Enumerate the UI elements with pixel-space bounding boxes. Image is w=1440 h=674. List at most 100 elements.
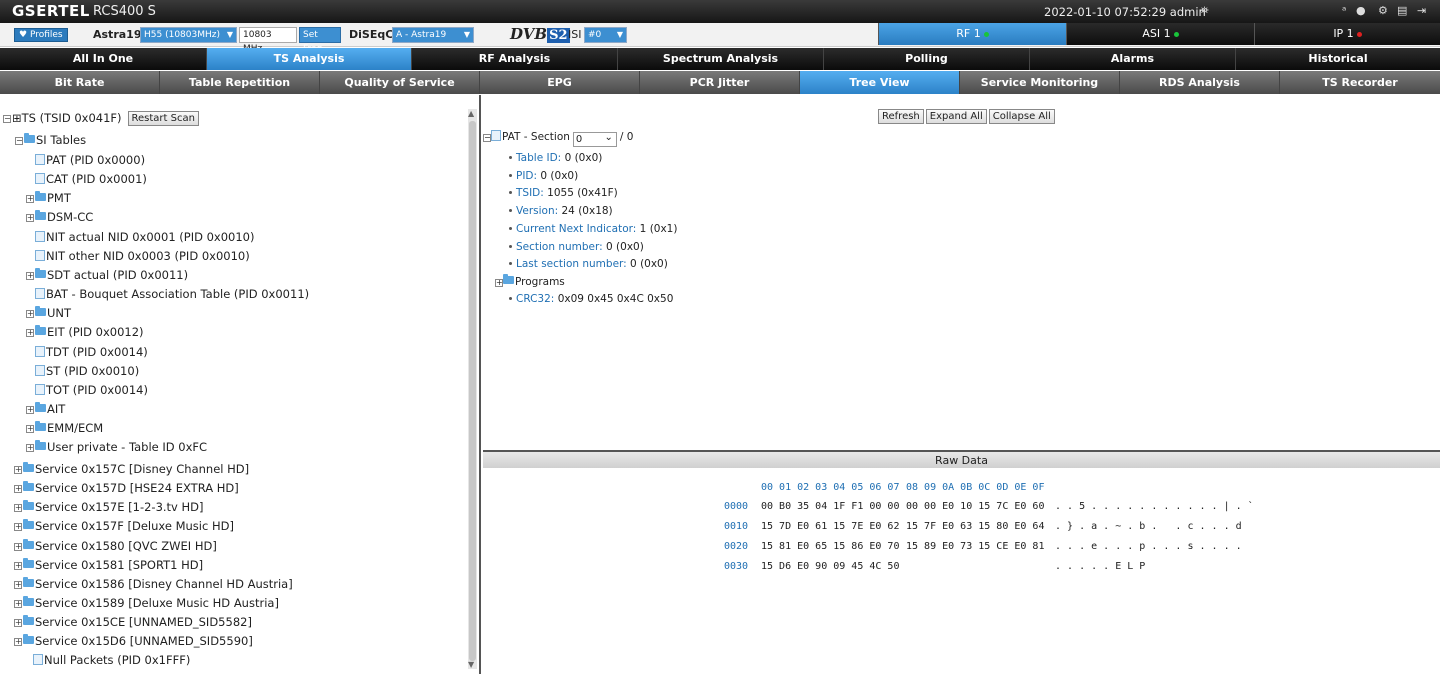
collapse-all-button[interactable]: Collapse All xyxy=(988,109,1055,124)
bullet-icon xyxy=(509,244,512,248)
tree-node[interactable]: − SI Tables xyxy=(15,132,86,148)
tree-node[interactable]: + Service 0x157E [1-2-3.tv HD] xyxy=(14,499,204,515)
frequency-input[interactable]: 10803 MHz xyxy=(239,27,297,54)
tree-node[interactable]: + PMT xyxy=(26,190,71,206)
tree-node[interactable]: BAT - Bouquet Association Table (PID 0x0… xyxy=(26,286,309,302)
tree-node[interactable]: ST (PID 0x0010) xyxy=(26,363,139,379)
tree-node[interactable]: + SDT actual (PID 0x0011) xyxy=(26,267,188,283)
tab-all-in-one[interactable]: All In One xyxy=(0,48,207,70)
transponder-select[interactable]: H55 (10803MHz) ▼ xyxy=(140,27,237,43)
expand-icon[interactable]: + xyxy=(26,195,34,203)
print-icon[interactable]: ▤ xyxy=(1397,4,1407,17)
expand-icon[interactable]: + xyxy=(14,600,22,608)
tree-node[interactable]: + EMM/ECM xyxy=(26,420,103,436)
tab-spectrum-analysis[interactable]: Spectrum Analysis xyxy=(618,48,824,70)
user-icon[interactable]: ● xyxy=(1356,4,1366,17)
collapse-icon[interactable]: − xyxy=(483,134,491,142)
expand-icon[interactable]: + xyxy=(26,272,34,280)
tree-node[interactable]: TOT (PID 0x0014) xyxy=(26,382,148,398)
tree-node[interactable]: NIT other NID 0x0003 (PID 0x0010) xyxy=(26,248,250,264)
tree-node[interactable]: + Service 0x15D6 [UNNAMED_SID5590] xyxy=(14,633,253,649)
gear-icon[interactable]: ⚙ xyxy=(1378,4,1388,17)
expand-icon[interactable]: + xyxy=(26,406,34,414)
tree-node-label: SI Tables xyxy=(36,133,87,147)
set-freq-button[interactable]: Set Freq xyxy=(299,27,341,54)
subtab-ts-recorder[interactable]: TS Recorder xyxy=(1280,71,1440,94)
tree-node[interactable]: + Service 0x157D [HSE24 EXTRA HD] xyxy=(14,480,239,496)
expand-all-button[interactable]: Expand All xyxy=(925,109,987,124)
tree-node[interactable]: NIT actual NID 0x0001 (PID 0x0010) xyxy=(26,229,255,245)
tree-scrollbar[interactable]: ▲ ▼ xyxy=(468,109,477,669)
tree-node[interactable]: + Service 0x1581 [SPORT1 HD] xyxy=(14,557,203,573)
ascii-text: . . . . . E L P xyxy=(1055,561,1146,572)
tree-node[interactable]: Null Packets (PID 0x1FFF) xyxy=(24,652,190,668)
expand-icon[interactable]: + xyxy=(14,504,22,512)
input-tab-rf1[interactable]: RF 1 xyxy=(878,23,1066,45)
subtab-service-monitoring[interactable]: Service Monitoring xyxy=(960,71,1120,94)
collapse-icon[interactable]: − xyxy=(3,115,11,123)
tree-node[interactable]: + Service 0x1580 [QVC ZWEI HD] xyxy=(14,538,217,554)
tree-node[interactable]: + AIT xyxy=(26,401,65,417)
subtab-quality-of-service[interactable]: Quality of Service xyxy=(320,71,480,94)
expand-icon[interactable]: + xyxy=(26,214,34,222)
tree-node[interactable]: + DSM-CC xyxy=(26,209,93,225)
subtab-tree-view[interactable]: Tree View xyxy=(800,71,960,94)
tree-root[interactable]: −⊞TS (TSID 0x041F) Restart Scan xyxy=(3,110,199,126)
programs-node[interactable]: + Programs xyxy=(495,274,565,289)
tab-historical[interactable]: Historical xyxy=(1236,48,1440,70)
tree-node[interactable]: PAT (PID 0x0000) xyxy=(26,152,145,168)
tree-node[interactable]: + Service 0x1586 [Disney Channel HD Austr… xyxy=(14,576,293,592)
expand-icon[interactable]: + xyxy=(26,329,34,337)
hex-header-high: 08 09 0A 0B 0C 0D 0E 0F xyxy=(906,482,1045,493)
expand-icon[interactable]: + xyxy=(14,523,22,531)
tree-node[interactable]: + User private - Table ID 0xFC xyxy=(26,439,207,455)
lock-icon[interactable]: ᵃ xyxy=(1342,4,1346,17)
expand-icon[interactable]: + xyxy=(14,562,22,570)
section-select[interactable]: 0 xyxy=(572,131,617,147)
expand-icon[interactable]: + xyxy=(14,619,22,627)
input-tab-asi1[interactable]: ASI 1 xyxy=(1066,23,1254,45)
expand-icon[interactable]: + xyxy=(26,310,34,318)
tree-node[interactable]: + Service 0x157C [Disney Channel HD] xyxy=(14,461,249,477)
subtab-epg[interactable]: EPG xyxy=(480,71,640,94)
scroll-down-icon[interactable]: ▼ xyxy=(468,660,474,669)
refresh-button[interactable]: Refresh xyxy=(878,109,924,124)
expand-icon[interactable]: + xyxy=(14,638,22,646)
tree-node[interactable]: + EIT (PID 0x0012) xyxy=(26,324,144,340)
tree-node-label: Service 0x157C [Disney Channel HD] xyxy=(35,462,250,476)
collapse-icon[interactable]: − xyxy=(15,137,23,145)
logout-icon[interactable]: ⇥ xyxy=(1417,4,1426,17)
subtab-table-repetition[interactable]: Table Repetition xyxy=(160,71,320,94)
scroll-up-icon[interactable]: ▲ xyxy=(468,109,474,118)
profiles-button[interactable]: ♥ Profiles xyxy=(14,28,68,42)
subtab-rds-analysis[interactable]: RDS Analysis xyxy=(1120,71,1280,94)
tree-node[interactable]: + Service 0x15CE [UNNAMED_SID5582] xyxy=(14,614,252,630)
pat-section-node[interactable]: − PAT - Section0/ 0 xyxy=(483,130,633,147)
expand-icon[interactable]: + xyxy=(26,444,34,452)
tree-node[interactable]: CAT (PID 0x0001) xyxy=(26,171,147,187)
tree-node[interactable]: + Service 0x1589 [Deluxe Music HD Austria… xyxy=(14,595,279,611)
diseqc-select[interactable]: A - Astra19 ▼ xyxy=(392,27,474,43)
tree-node[interactable]: TDT (PID 0x0014) xyxy=(26,344,148,360)
tab-ts-analysis[interactable]: TS Analysis xyxy=(207,48,412,70)
input-tab-ip1[interactable]: IP 1 xyxy=(1254,23,1440,45)
tree-node[interactable]: + UNT xyxy=(26,305,71,321)
tab-rf-analysis[interactable]: RF Analysis xyxy=(412,48,618,70)
subtab-bit-rate[interactable]: Bit Rate xyxy=(0,71,160,94)
expand-icon[interactable]: + xyxy=(14,581,22,589)
scroll-thumb[interactable] xyxy=(469,121,476,661)
expand-icon[interactable]: + xyxy=(495,279,503,287)
expand-icon[interactable]: + xyxy=(26,425,34,433)
input-label: RF 1 xyxy=(956,27,981,40)
subtab-pcr-jitter[interactable]: PCR Jitter xyxy=(640,71,800,94)
expand-icon[interactable]: + xyxy=(14,466,22,474)
hex-bytes-low: 15 7D E0 61 15 7E E0 62 xyxy=(761,521,900,532)
tab-polling[interactable]: Polling xyxy=(824,48,1030,70)
expand-icon[interactable]: + xyxy=(14,543,22,551)
tab-alarms[interactable]: Alarms xyxy=(1030,48,1236,70)
section-label: PAT - Section xyxy=(502,131,570,143)
tree-node[interactable]: + Service 0x157F [Deluxe Music HD] xyxy=(14,518,234,534)
isi-select[interactable]: #0 ▼ xyxy=(584,27,627,43)
restart-scan-button[interactable]: Restart Scan xyxy=(127,111,199,126)
expand-icon[interactable]: + xyxy=(14,485,22,493)
